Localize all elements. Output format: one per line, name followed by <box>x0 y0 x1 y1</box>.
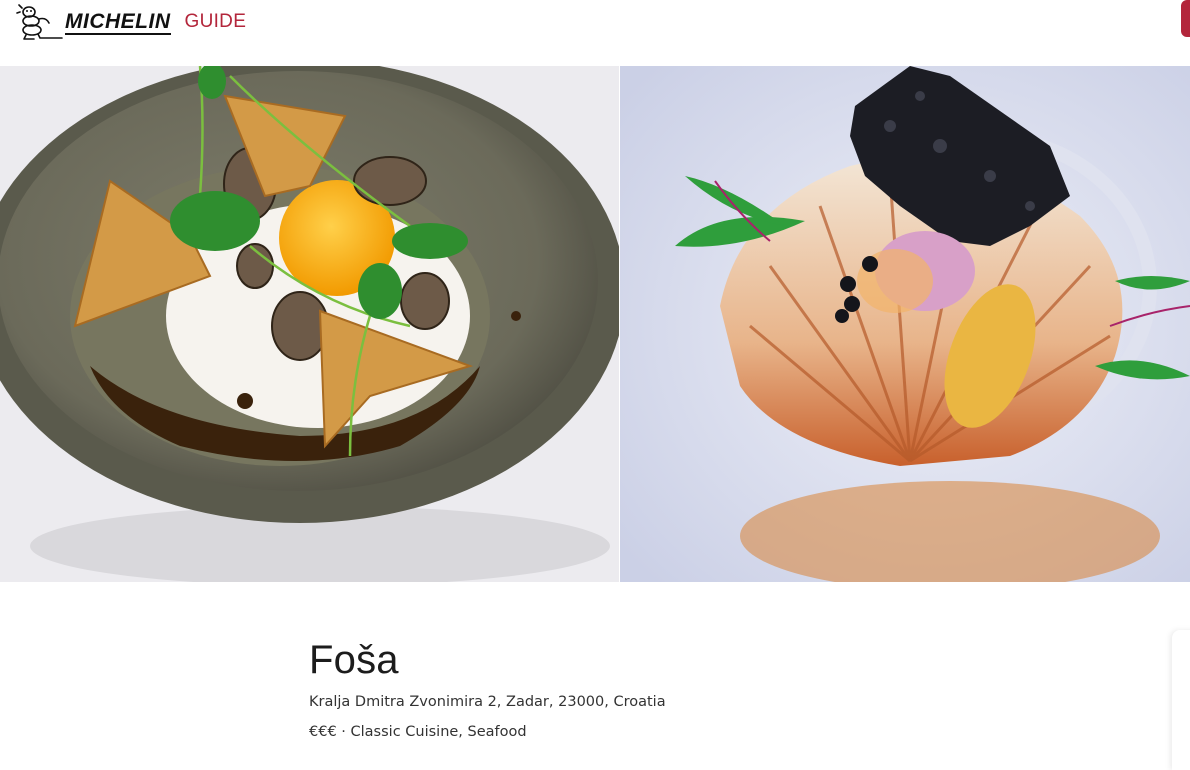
restaurant-address: Kralja Dmitra Zvonimira 2, Zadar, 23000,… <box>309 694 666 710</box>
michelin-wordmark: MICHELIN <box>65 10 171 35</box>
bibendum-icon <box>16 4 63 40</box>
restaurant-info: Foša Kralja Dmitra Zvonimira 2, Zadar, 2… <box>309 636 1009 741</box>
michelin-guide-logo[interactable]: MICHELIN GUIDE <box>16 3 246 41</box>
price-level: €€€ <box>309 724 337 740</box>
header-action-button[interactable] <box>1181 0 1190 37</box>
food-photo-icon <box>0 66 619 582</box>
side-panel-card <box>1172 630 1190 770</box>
restaurant-name: Foša <box>309 638 399 682</box>
guide-label: GUIDE <box>184 11 247 32</box>
gallery-photo-1[interactable] <box>0 66 619 582</box>
food-photo-icon <box>620 66 1190 582</box>
photo-gallery <box>0 66 1190 582</box>
cuisine-type: Classic Cuisine, Seafood <box>350 724 527 740</box>
site-header: MICHELIN GUIDE <box>0 0 1190 66</box>
gallery-photo-2[interactable] <box>620 66 1190 582</box>
meta-separator: · <box>341 724 346 740</box>
restaurant-meta: €€€ · Classic Cuisine, Seafood <box>309 723 1009 741</box>
